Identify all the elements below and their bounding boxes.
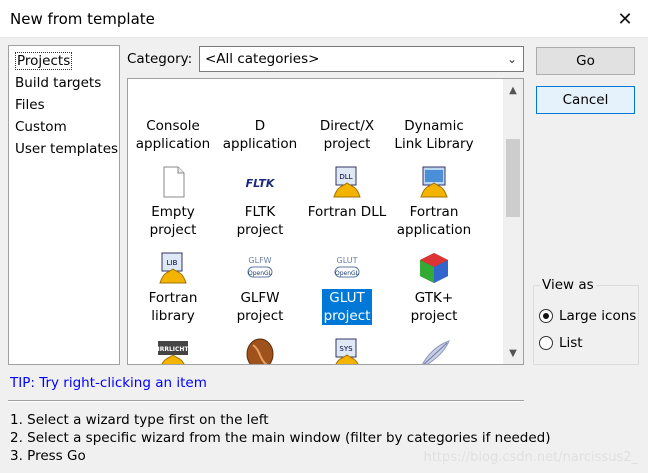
directx-icon: [330, 79, 364, 113]
chevron-down-icon: ⌄: [506, 52, 517, 66]
irrlicht-icon: IRRLICHT: [156, 337, 190, 364]
svg-text:FLTK: FLTK: [246, 177, 276, 190]
watermark: https://blog.csdn.net/narcissus2_: [423, 450, 638, 465]
template-empty-file[interactable]: Empty project: [128, 165, 218, 239]
view-list-radio[interactable]: List: [539, 334, 583, 352]
empty-file-icon: [156, 165, 190, 199]
svg-text:IRRLICHT: IRRLICHT: [157, 346, 189, 353]
template-glfw[interactable]: GLFW OpenGL GLFW project: [215, 251, 305, 325]
template-label: FLTK project: [236, 204, 284, 238]
template-label: Fortran DLL: [307, 204, 387, 220]
wizard-type-build-targets[interactable]: Build targets: [9, 72, 119, 94]
title-bar: New from template ✕: [0, 0, 648, 38]
instruction-line: 1. Select a wizard type first on the lef…: [10, 412, 269, 428]
category-dropdown[interactable]: <All categories> ⌄: [199, 46, 524, 72]
svg-text:OpenGL: OpenGL: [335, 270, 360, 277]
close-icon: ✕: [617, 8, 633, 30]
gtk-icon: [417, 251, 451, 285]
template-label: Dynamic Link Library: [394, 118, 474, 152]
glfw-icon: GLFW OpenGL: [243, 251, 277, 285]
wizard-type-custom[interactable]: Custom: [9, 116, 119, 138]
fltk-icon: FLTK: [243, 165, 277, 199]
svg-text:OpenGL: OpenGL: [248, 270, 273, 277]
java-bean-icon: [243, 337, 277, 364]
template-label: GTK+ project: [410, 290, 458, 324]
template-irrlicht[interactable]: IRRLICHTIrrlicht project: [128, 337, 218, 364]
wizard-type-projects[interactable]: Projects: [9, 50, 119, 72]
kernel-driver-icon: SYS: [330, 337, 364, 364]
template-grid[interactable]: Console application D application Direct/X…: [127, 78, 524, 365]
vertical-scrollbar[interactable]: ▲ ▼: [503, 79, 523, 364]
dll-icon: [417, 79, 451, 113]
svg-text:DLL: DLL: [339, 173, 352, 181]
template-d[interactable]: D application: [215, 79, 305, 153]
template-label: Fortran application: [396, 204, 472, 238]
divider: [8, 400, 524, 402]
template-console[interactable]: Console application: [128, 79, 218, 153]
fortran-app-icon: [417, 165, 451, 199]
view-as-group: [533, 285, 639, 365]
template-fortran-lib[interactable]: LIB Fortran library: [128, 251, 218, 325]
template-label: Empty project: [149, 204, 197, 238]
console-icon: [156, 79, 190, 113]
scroll-up-icon[interactable]: ▲: [503, 81, 523, 99]
svg-text:GLUT: GLUT: [337, 256, 358, 265]
wizard-type-user-templates[interactable]: User templates: [9, 138, 119, 160]
go-button[interactable]: Go: [536, 47, 635, 75]
template-label: Fortran library: [148, 290, 198, 324]
template-feather[interactable]: Lightfeather project: [389, 337, 479, 364]
template-java-bean[interactable]: Java application: [215, 337, 305, 364]
radio-checked-icon: [539, 309, 553, 323]
instruction-line: 2. Select a specific wizard from the mai…: [10, 430, 551, 446]
template-kernel-driver[interactable]: SYSKernel Mode Driver: [302, 337, 392, 364]
tip-text: TIP: Try right-clicking an item: [10, 375, 207, 391]
glut-icon: GLUT OpenGL: [330, 251, 364, 285]
view-large-icons-radio[interactable]: Large icons: [539, 307, 636, 325]
template-label: D application: [222, 118, 298, 152]
scroll-down-icon[interactable]: ▼: [503, 344, 523, 362]
template-glut[interactable]: GLUT OpenGL GLUT project: [302, 251, 392, 325]
template-label: GLUT project: [321, 289, 373, 325]
template-label: Direct/X project: [319, 118, 375, 152]
close-button[interactable]: ✕: [602, 0, 648, 38]
svg-text:GLFW: GLFW: [248, 256, 271, 265]
feather-icon: [417, 337, 451, 364]
fortran-dll-icon: DLL: [330, 165, 364, 199]
template-fortran-app[interactable]: Fortran application: [389, 165, 479, 239]
template-label: GLFW project: [236, 290, 284, 324]
template-fltk[interactable]: FLTK FLTK project: [215, 165, 305, 239]
template-directx[interactable]: Direct/X project: [302, 79, 392, 153]
template-fortran-dll[interactable]: DLL Fortran DLL: [302, 165, 392, 221]
category-label: Category:: [127, 51, 193, 67]
view-as-legend: View as: [540, 277, 596, 293]
svg-text:SYS: SYS: [339, 345, 353, 353]
wizard-type-files[interactable]: Files: [9, 94, 119, 116]
fortran-lib-icon: LIB: [156, 251, 190, 285]
radio-unchecked-icon: [539, 336, 553, 350]
scroll-thumb[interactable]: [506, 139, 520, 217]
cancel-button[interactable]: Cancel: [536, 86, 635, 114]
window-title: New from template: [10, 10, 155, 28]
template-label: Console application: [135, 118, 211, 152]
category-value: <All categories>: [205, 51, 320, 67]
template-dll[interactable]: Dynamic Link Library: [389, 79, 479, 153]
template-gtk[interactable]: GTK+ project: [389, 251, 479, 325]
d-icon: [243, 79, 277, 113]
wizard-type-list[interactable]: Projects Build targets Files Custom User…: [8, 45, 120, 365]
svg-text:LIB: LIB: [167, 259, 178, 267]
